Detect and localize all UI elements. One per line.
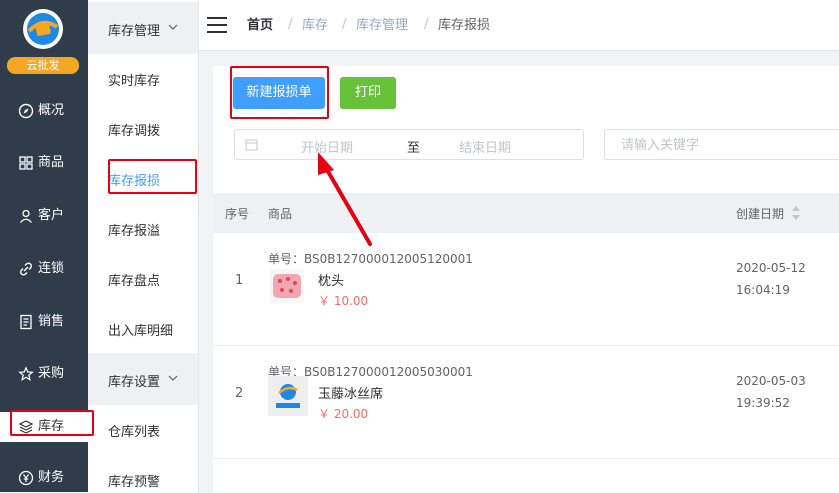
- product-name: 玉藤冰丝席: [318, 387, 384, 402]
- rail-item-label: 采购: [38, 366, 65, 381]
- top-header: 首页 / 库存 / 库存管理 / 库存报损: [199, 0, 839, 51]
- highlight-box-inventory: [10, 410, 94, 436]
- rail-item-label: 客户: [38, 208, 65, 223]
- created-datetime: 2020-05-12 16:04:19: [736, 257, 806, 301]
- menu-toggle-icon[interactable]: [207, 17, 227, 33]
- link-icon: [19, 262, 33, 276]
- breadcrumb-inventory[interactable]: 库存: [302, 17, 328, 35]
- star-icon: [18, 366, 34, 381]
- table-row[interactable]: 2 单号：BS0B127000012005030001 玉藤冰丝席 ￥ 20.0…: [213, 346, 839, 459]
- keyword-input[interactable]: [619, 137, 823, 154]
- end-date-placeholder[interactable]: 结束日期: [459, 137, 511, 156]
- submenu-item-warehouse-list[interactable]: 仓库列表: [108, 421, 160, 440]
- rail-item-sales[interactable]: 销售: [0, 307, 88, 337]
- rail-item-purchase[interactable]: 采购: [0, 359, 88, 389]
- submenu-item-stock-alert[interactable]: 库存预警: [108, 471, 160, 490]
- compass-icon: [18, 103, 34, 119]
- row-index: 1: [235, 273, 244, 288]
- created-date: 2020-05-03: [736, 374, 806, 388]
- rail-item-customer[interactable]: 客户: [0, 201, 88, 231]
- date-range-separator: 至: [407, 141, 421, 156]
- app-logo: [23, 9, 63, 49]
- product-name: 枕头: [318, 274, 345, 289]
- submenu-group-inventory-manage[interactable]: 库存管理: [88, 2, 198, 54]
- submenu-group-label: 库存管理: [108, 24, 161, 39]
- created-datetime: 2020-05-03 19:39:52: [736, 370, 806, 414]
- rail-item-label: 销售: [38, 314, 65, 329]
- table-header: 序号 商品 创建日期: [213, 193, 839, 233]
- highlight-box-new-button: [230, 66, 329, 119]
- document-icon: [20, 314, 32, 330]
- submenu-item-inout-detail[interactable]: 出入库明细: [108, 320, 173, 339]
- product-thumbnail-logo: [268, 376, 308, 416]
- breadcrumb-separator: /: [342, 17, 347, 32]
- product-price: ￥ 10.00: [318, 294, 369, 308]
- rail-item-label: 连锁: [38, 261, 65, 276]
- created-time: 19:39:52: [736, 396, 790, 410]
- brand-badge: 云批发: [7, 57, 79, 74]
- row-index: 2: [235, 386, 244, 401]
- breadcrumb-current: 库存报损: [438, 18, 491, 33]
- sort-icon[interactable]: [791, 205, 801, 221]
- rail-item-label: 财务: [38, 470, 65, 485]
- user-icon: [20, 209, 32, 223]
- table-row[interactable]: 1 单号：BS0B127000012005120001 枕头 ￥ 10.00 2…: [213, 233, 839, 346]
- submenu-item-realtime-stock[interactable]: 实时库存: [108, 70, 160, 89]
- product-price: ￥ 20.00: [318, 407, 369, 421]
- breadcrumb-separator: /: [424, 17, 429, 32]
- calendar-icon: [245, 139, 258, 151]
- yen-icon: [18, 470, 34, 486]
- print-button[interactable]: 打印: [340, 77, 396, 109]
- start-date-placeholder[interactable]: 开始日期: [301, 137, 353, 156]
- breadcrumb-home[interactable]: 首页: [247, 17, 273, 35]
- rail-item-label: 概况: [38, 103, 65, 118]
- rail-item-overview[interactable]: 概况: [0, 96, 88, 126]
- submenu-group-inventory-settings[interactable]: 库存设置: [88, 353, 198, 405]
- keyword-search-field[interactable]: [604, 129, 839, 160]
- date-range-picker[interactable]: 开始日期 至 结束日期: [234, 129, 584, 160]
- submenu-item-stock-count[interactable]: 库存盘点: [108, 270, 160, 289]
- col-header-product: 商品: [268, 207, 293, 221]
- created-time: 16:04:19: [736, 283, 790, 297]
- chevron-down-icon: [168, 375, 178, 381]
- breadcrumb-inventory-manage[interactable]: 库存管理: [356, 17, 408, 35]
- rail-item-label: 商品: [38, 155, 65, 170]
- breadcrumb-separator: /: [288, 17, 293, 32]
- rail-item-goods[interactable]: 商品: [0, 148, 88, 178]
- rail-item-finance[interactable]: 财务: [0, 463, 88, 493]
- rail-item-chain[interactable]: 连锁: [0, 254, 88, 284]
- submenu-item-stock-overflow[interactable]: 库存报溢: [108, 220, 160, 239]
- submenu: 库存管理 实时库存 库存调拨 库存报损 库存报溢 库存盘点 出入库明细 库存设置…: [88, 0, 199, 492]
- chevron-down-icon: [168, 24, 178, 30]
- submenu-group-label: 库存设置: [108, 375, 161, 390]
- created-date: 2020-05-12: [736, 261, 806, 275]
- grid-icon: [19, 156, 33, 170]
- col-header-created[interactable]: 创建日期: [736, 205, 784, 222]
- highlight-box-stock-loss: [108, 159, 197, 194]
- col-header-index: 序号: [225, 207, 250, 221]
- product-thumbnail-pillow: [270, 269, 304, 303]
- order-number: 单号：BS0B127000012005120001: [268, 252, 473, 266]
- submenu-item-stock-transfer[interactable]: 库存调拨: [108, 120, 160, 139]
